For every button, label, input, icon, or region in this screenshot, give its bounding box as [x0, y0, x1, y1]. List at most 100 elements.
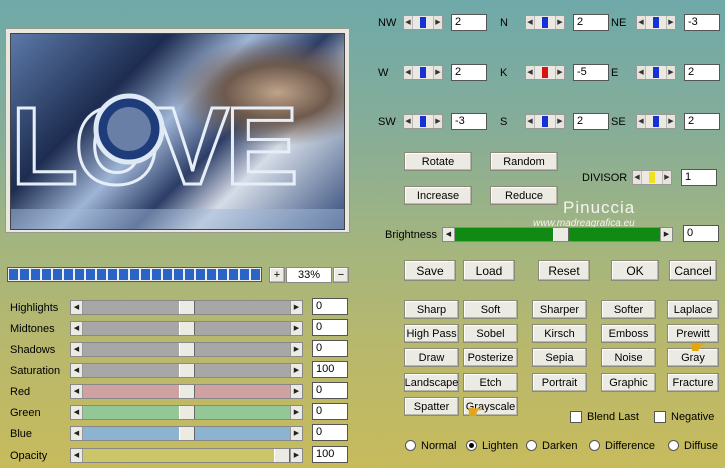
arrow-left-icon[interactable]: ◀ [633, 171, 642, 184]
arrow-left-icon[interactable]: ◀ [71, 322, 83, 335]
preset-button[interactable]: Landscape [404, 373, 459, 392]
reset-button[interactable]: Reset [538, 260, 590, 281]
offset-slider-nw[interactable]: ◀ ▶ [403, 15, 443, 30]
reduce-button[interactable]: Reduce [490, 186, 558, 205]
arrow-left-icon[interactable]: ◀ [637, 66, 646, 79]
adjust-slider[interactable]: ◀ ▶ [70, 448, 303, 463]
preset-button[interactable]: High Pass [404, 324, 459, 343]
preset-button[interactable]: Sharp [404, 300, 459, 319]
arrow-left-icon[interactable]: ◀ [404, 16, 413, 29]
adjust-slider[interactable]: ◀ ▶ [70, 363, 303, 378]
arrow-right-icon[interactable]: ▶ [433, 16, 442, 29]
preset-button[interactable]: Sharper [532, 300, 587, 319]
arrow-left-icon[interactable]: ◀ [71, 301, 83, 314]
negative-checkbox[interactable] [654, 411, 666, 423]
arrow-right-icon[interactable]: ▶ [290, 385, 302, 398]
divisor-field[interactable]: 1 [681, 169, 717, 186]
offset-thumb[interactable] [653, 116, 659, 127]
ok-button[interactable]: OK [611, 260, 659, 281]
preset-button[interactable]: Sobel [463, 324, 518, 343]
adjust-slider[interactable]: ◀ ▶ [70, 342, 303, 357]
arrow-right-icon[interactable]: ▶ [555, 66, 564, 79]
preset-button[interactable]: Spatter [404, 397, 459, 416]
adjust-slider[interactable]: ◀ ▶ [70, 426, 303, 441]
mode-radio[interactable] [589, 440, 600, 451]
adjust-field[interactable]: 0 [312, 403, 348, 420]
adjust-thumb[interactable] [179, 343, 195, 356]
arrow-left-icon[interactable]: ◀ [404, 66, 413, 79]
arrow-left-icon[interactable]: ◀ [71, 385, 83, 398]
adjust-thumb[interactable] [179, 322, 195, 335]
adjust-field[interactable]: 0 [312, 424, 348, 441]
preset-button[interactable]: Noise [601, 348, 656, 367]
offset-slider-e[interactable]: ◀ ▶ [636, 65, 676, 80]
adjust-slider[interactable]: ◀ ▶ [70, 384, 303, 399]
offset-field-se[interactable]: 2 [684, 113, 720, 130]
arrow-right-icon[interactable]: ▶ [666, 16, 675, 29]
blend-last-checkbox[interactable] [570, 411, 582, 423]
adjust-field[interactable]: 0 [312, 298, 348, 315]
offset-thumb[interactable] [420, 17, 426, 28]
arrow-right-icon[interactable]: ▶ [660, 228, 672, 241]
adjust-thumb[interactable] [179, 427, 195, 440]
adjust-thumb[interactable] [179, 385, 195, 398]
adjust-field[interactable]: 0 [312, 382, 348, 399]
offset-field-k[interactable]: -5 [573, 64, 609, 81]
adjust-field[interactable]: 0 [312, 340, 348, 357]
arrow-left-icon[interactable]: ◀ [637, 115, 646, 128]
arrow-left-icon[interactable]: ◀ [71, 343, 83, 356]
adjust-thumb[interactable] [274, 449, 290, 462]
offset-thumb[interactable] [420, 116, 426, 127]
arrow-left-icon[interactable]: ◀ [526, 16, 535, 29]
arrow-right-icon[interactable]: ▶ [555, 16, 564, 29]
preset-button[interactable]: Graphic [601, 373, 656, 392]
brightness-field[interactable]: 0 [683, 225, 719, 242]
adjust-slider[interactable]: ◀ ▶ [70, 300, 303, 315]
offset-field-nw[interactable]: 2 [451, 14, 487, 31]
cancel-button[interactable]: Cancel [669, 260, 717, 281]
arrow-right-icon[interactable]: ▶ [290, 364, 302, 377]
arrow-right-icon[interactable]: ▶ [555, 115, 564, 128]
arrow-left-icon[interactable]: ◀ [71, 427, 83, 440]
adjust-field[interactable]: 100 [312, 446, 348, 463]
preset-button[interactable]: Etch [463, 373, 518, 392]
arrow-right-icon[interactable]: ▶ [290, 343, 302, 356]
mode-radio[interactable] [668, 440, 679, 451]
arrow-right-icon[interactable]: ▶ [662, 171, 671, 184]
divisor-slider[interactable]: ◀ ▶ [632, 170, 672, 185]
zoom-in-button[interactable]: + [269, 267, 285, 283]
offset-slider-se[interactable]: ◀ ▶ [636, 114, 676, 129]
arrow-right-icon[interactable]: ▶ [666, 66, 675, 79]
offset-slider-k[interactable]: ◀ ▶ [525, 65, 565, 80]
load-button[interactable]: Load [463, 260, 515, 281]
offset-field-w[interactable]: 2 [451, 64, 487, 81]
offset-slider-w[interactable]: ◀ ▶ [403, 65, 443, 80]
rotate-button[interactable]: Rotate [404, 152, 472, 171]
offset-slider-ne[interactable]: ◀ ▶ [636, 15, 676, 30]
arrow-left-icon[interactable]: ◀ [404, 115, 413, 128]
offset-thumb[interactable] [420, 67, 426, 78]
offset-field-e[interactable]: 2 [684, 64, 720, 81]
arrow-left-icon[interactable]: ◀ [71, 364, 83, 377]
arrow-right-icon[interactable]: ▶ [433, 66, 442, 79]
offset-thumb[interactable] [542, 116, 548, 127]
preset-button[interactable]: Portrait [532, 373, 587, 392]
increase-button[interactable]: Increase [404, 186, 472, 205]
preset-button[interactable]: Fracture [667, 373, 719, 392]
divisor-thumb[interactable] [649, 172, 655, 183]
adjust-thumb[interactable] [179, 301, 195, 314]
brightness-slider[interactable]: ◀ ▶ [442, 227, 673, 242]
offset-field-ne[interactable]: -3 [684, 14, 720, 31]
adjust-thumb[interactable] [179, 406, 195, 419]
random-button[interactable]: Random [490, 152, 558, 171]
offset-slider-sw[interactable]: ◀ ▶ [403, 114, 443, 129]
mode-radio[interactable] [526, 440, 537, 451]
preset-button[interactable]: Laplace [667, 300, 719, 319]
mode-radio[interactable] [466, 440, 477, 451]
offset-slider-s[interactable]: ◀ ▶ [525, 114, 565, 129]
arrow-left-icon[interactable]: ◀ [71, 406, 83, 419]
arrow-right-icon[interactable]: ▶ [290, 301, 302, 314]
adjust-field[interactable]: 0 [312, 319, 348, 336]
offset-thumb[interactable] [542, 17, 548, 28]
offset-thumb[interactable] [653, 17, 659, 28]
